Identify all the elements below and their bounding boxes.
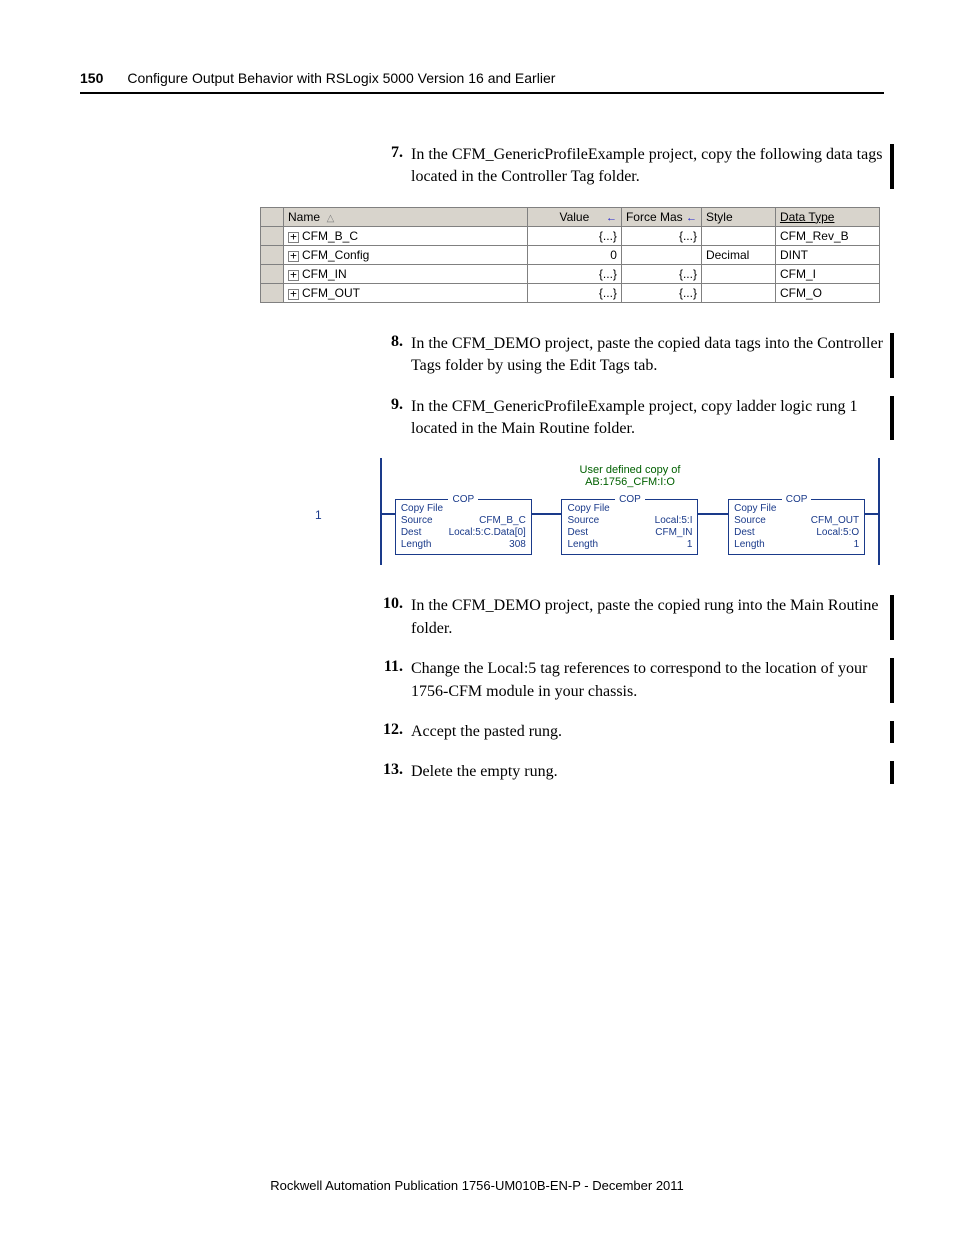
table-row[interactable]: +CFM_OUT {...} {...} CFM_O [261, 283, 880, 302]
step-number: 7. [375, 144, 411, 189]
step-text: In the CFM_GenericProfileExample project… [411, 144, 884, 189]
change-bar [890, 595, 894, 640]
ladder-diagram: 1 User defined copy of AB:1756_CFM:I:O C… [320, 458, 880, 565]
step-number: 12. [375, 721, 411, 743]
step-number: 8. [375, 333, 411, 378]
cop-instruction: Copy File SourceCFM_B_C DestLocal:5:C.Da… [395, 499, 532, 555]
rung-number: 1 [315, 508, 322, 522]
header-value[interactable]: Value ← [527, 207, 621, 226]
step-text: Change the Local:5 tag references to cor… [411, 658, 884, 703]
table-header-row: Name △ Value ← Force Mas ← Style Data Ty… [261, 207, 880, 226]
header-force[interactable]: Force Mas ← [621, 207, 701, 226]
step-text: Delete the empty rung. [411, 761, 884, 783]
step-text: Accept the pasted rung. [411, 721, 884, 743]
page-title: Configure Output Behavior with RSLogix 5… [127, 70, 555, 86]
page-number: 150 [80, 70, 103, 86]
step-number: 13. [375, 761, 411, 783]
page-footer: Rockwell Automation Publication 1756-UM0… [0, 1178, 954, 1193]
expand-icon[interactable]: + [288, 270, 299, 281]
change-bar [890, 396, 894, 441]
header-type[interactable]: Data Type [775, 207, 879, 226]
expand-icon[interactable]: + [288, 251, 299, 262]
change-bar [890, 333, 894, 378]
change-bar [890, 658, 894, 703]
step-number: 10. [375, 595, 411, 640]
expand-icon[interactable]: + [288, 289, 299, 300]
header-name[interactable]: Name △ [283, 207, 527, 226]
header-style[interactable]: Style [701, 207, 775, 226]
change-bar [890, 144, 894, 189]
cop-instruction: Copy File SourceLocal:5:I DestCFM_IN Len… [561, 499, 698, 555]
tag-table: Name △ Value ← Force Mas ← Style Data Ty… [260, 207, 884, 303]
table-row[interactable]: +CFM_IN {...} {...} CFM_I [261, 264, 880, 283]
step-number: 9. [375, 396, 411, 441]
table-row[interactable]: +CFM_Config 0 Decimal DINT [261, 245, 880, 264]
step-text: In the CFM_DEMO project, paste the copie… [411, 333, 884, 378]
page-header: 150 Configure Output Behavior with RSLog… [80, 70, 884, 94]
step-text: In the CFM_GenericProfileExample project… [411, 396, 884, 441]
expand-icon[interactable]: + [288, 232, 299, 243]
change-bar [890, 761, 894, 783]
step-text: In the CFM_DEMO project, paste the copie… [411, 595, 884, 640]
change-bar [890, 721, 894, 743]
cop-instruction: Copy File SourceCFM_OUT DestLocal:5:O Le… [728, 499, 865, 555]
table-row[interactable]: +CFM_B_C {...} {...} CFM_Rev_B [261, 226, 880, 245]
rung-comment: User defined copy of AB:1756_CFM:I:O [380, 458, 880, 488]
step-number: 11. [375, 658, 411, 703]
header-stub [261, 207, 284, 226]
